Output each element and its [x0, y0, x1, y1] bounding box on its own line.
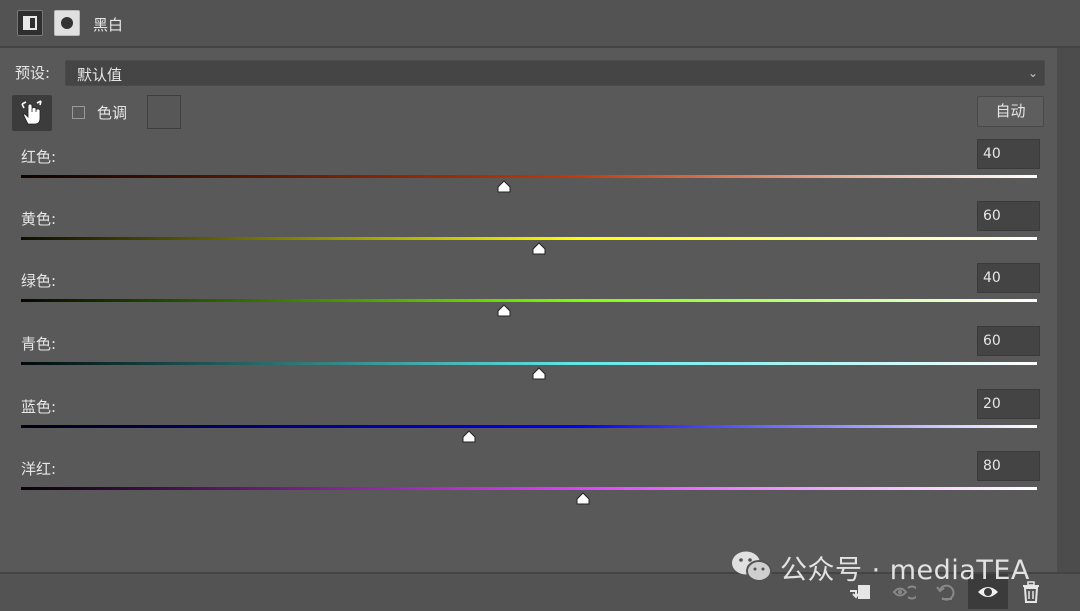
slider-thumb[interactable]: [531, 242, 547, 255]
preset-value: 默认值: [77, 66, 123, 84]
slider-value-input[interactable]: 40: [977, 263, 1040, 293]
targeted-adjustment-tool-button[interactable]: [12, 95, 52, 131]
slider-value-input[interactable]: 20: [977, 389, 1040, 419]
preset-label: 预设:: [15, 64, 51, 82]
auto-button[interactable]: 自动: [977, 96, 1044, 127]
preset-dropdown[interactable]: 默认值 ⌄: [65, 60, 1045, 86]
panel-title: 黑白: [93, 16, 124, 34]
tint-checkbox[interactable]: [72, 106, 85, 119]
wechat-logo-icon: [732, 551, 772, 582]
slider-thumb[interactable]: [461, 430, 477, 443]
slider-value-input[interactable]: 60: [977, 201, 1040, 231]
slider-track[interactable]: [21, 237, 1037, 240]
slider-label: 黄色:: [21, 210, 57, 228]
watermark-text: 公众号 · mediaTEA: [780, 555, 1030, 586]
slider-value-input[interactable]: 40: [977, 139, 1040, 169]
slider-label: 绿色:: [21, 272, 57, 290]
slider-thumb[interactable]: [575, 492, 591, 505]
slider-label: 青色:: [21, 335, 57, 353]
slider-label: 洋红:: [21, 460, 57, 478]
slider-value-input[interactable]: 80: [977, 451, 1040, 481]
slider-thumb[interactable]: [531, 367, 547, 380]
chevron-down-icon: ⌄: [1027, 66, 1038, 80]
slider-track[interactable]: [21, 487, 1037, 490]
tint-label: 色调: [97, 104, 128, 122]
properties-header: [0, 0, 1080, 48]
hand-icon: [21, 100, 42, 125]
slider-track[interactable]: [21, 299, 1037, 302]
mask-icon[interactable]: [54, 10, 80, 36]
scrollbar[interactable]: [1057, 48, 1080, 572]
slider-track[interactable]: [21, 175, 1037, 178]
slider-label: 蓝色:: [21, 398, 57, 416]
slider-track[interactable]: [21, 362, 1037, 365]
adjustment-icon[interactable]: [17, 10, 43, 36]
slider-thumb[interactable]: [496, 180, 512, 193]
slider-label: 红色:: [21, 148, 57, 166]
slider-value-input[interactable]: 60: [977, 326, 1040, 356]
slider-track[interactable]: [21, 425, 1037, 428]
slider-thumb[interactable]: [496, 304, 512, 317]
tint-color-swatch[interactable]: [147, 95, 181, 129]
